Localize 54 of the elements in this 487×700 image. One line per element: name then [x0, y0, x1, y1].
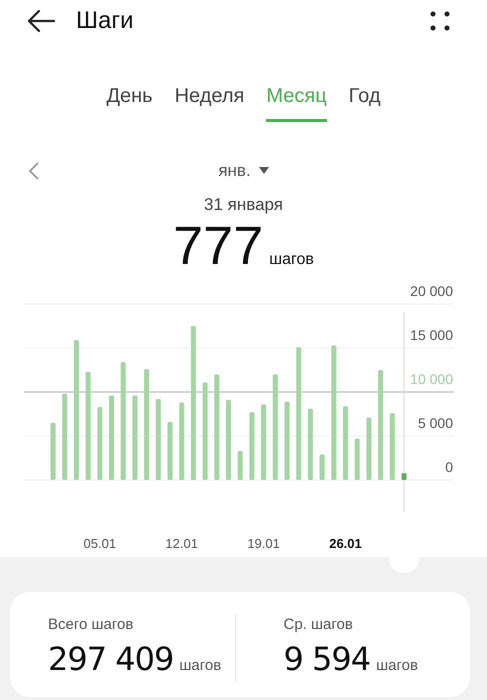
- summary-unit: шагов: [179, 656, 222, 676]
- bar[interactable]: [214, 374, 220, 480]
- bar[interactable]: [272, 374, 278, 480]
- step-count: 777: [173, 216, 264, 276]
- x-axis-label: 05.01: [84, 536, 116, 550]
- bar[interactable]: [97, 406, 102, 480]
- bar[interactable]: [238, 450, 243, 480]
- bar[interactable]: [62, 393, 68, 480]
- bar[interactable]: [190, 326, 196, 480]
- bar[interactable]: [354, 438, 360, 480]
- page-title: Шаги: [76, 6, 135, 36]
- period-tab[interactable]: Неделя: [174, 80, 244, 122]
- period-tab[interactable]: День: [106, 80, 153, 122]
- bar[interactable]: [74, 340, 79, 480]
- bar[interactable]: [378, 370, 384, 480]
- back-icon[interactable]: [26, 9, 56, 33]
- month-selector[interactable]: янв.: [218, 158, 269, 184]
- bar[interactable]: [402, 472, 406, 480]
- bar[interactable]: [249, 412, 254, 480]
- summary-label: Всего шагов: [48, 615, 134, 635]
- selected-date: 31 января: [203, 194, 284, 216]
- bar[interactable]: [331, 344, 336, 480]
- summary-label: Ср. шагов: [284, 615, 354, 635]
- y-axis-label: 0: [445, 458, 453, 474]
- bar[interactable]: [179, 402, 184, 480]
- bar[interactable]: [296, 346, 302, 480]
- previous-icon[interactable]: [28, 161, 40, 181]
- bar[interactable]: [320, 454, 325, 480]
- summary-value: 297 409: [48, 638, 174, 680]
- bar[interactable]: [308, 408, 313, 480]
- bar[interactable]: [86, 371, 91, 480]
- bar[interactable]: [390, 412, 395, 480]
- bar[interactable]: [156, 398, 161, 480]
- y-axis-label: 20 000: [410, 284, 453, 298]
- bar[interactable]: [366, 417, 372, 480]
- bar[interactable]: [132, 395, 138, 480]
- bar[interactable]: [144, 368, 150, 480]
- x-axis-label: 19.01: [247, 536, 280, 550]
- bar[interactable]: [202, 382, 208, 480]
- x-axis-label: 12.01: [165, 536, 198, 550]
- x-axis-label: 26.01: [329, 536, 362, 550]
- y-axis-label: 10 000: [410, 370, 453, 386]
- period-tab[interactable]: Год: [348, 80, 381, 122]
- bar[interactable]: [261, 404, 266, 480]
- step-unit: шагов: [269, 250, 314, 270]
- bar[interactable]: [120, 362, 126, 480]
- more-icon[interactable]: [429, 10, 451, 32]
- summary-unit: шагов: [376, 656, 418, 676]
- y-axis-label: 15 000: [410, 326, 453, 342]
- bar[interactable]: [168, 421, 172, 480]
- dropdown-icon: [258, 167, 269, 175]
- y-axis-label: 5 000: [418, 414, 453, 430]
- bar[interactable]: [50, 422, 56, 480]
- summary-value: 9 594: [284, 638, 370, 680]
